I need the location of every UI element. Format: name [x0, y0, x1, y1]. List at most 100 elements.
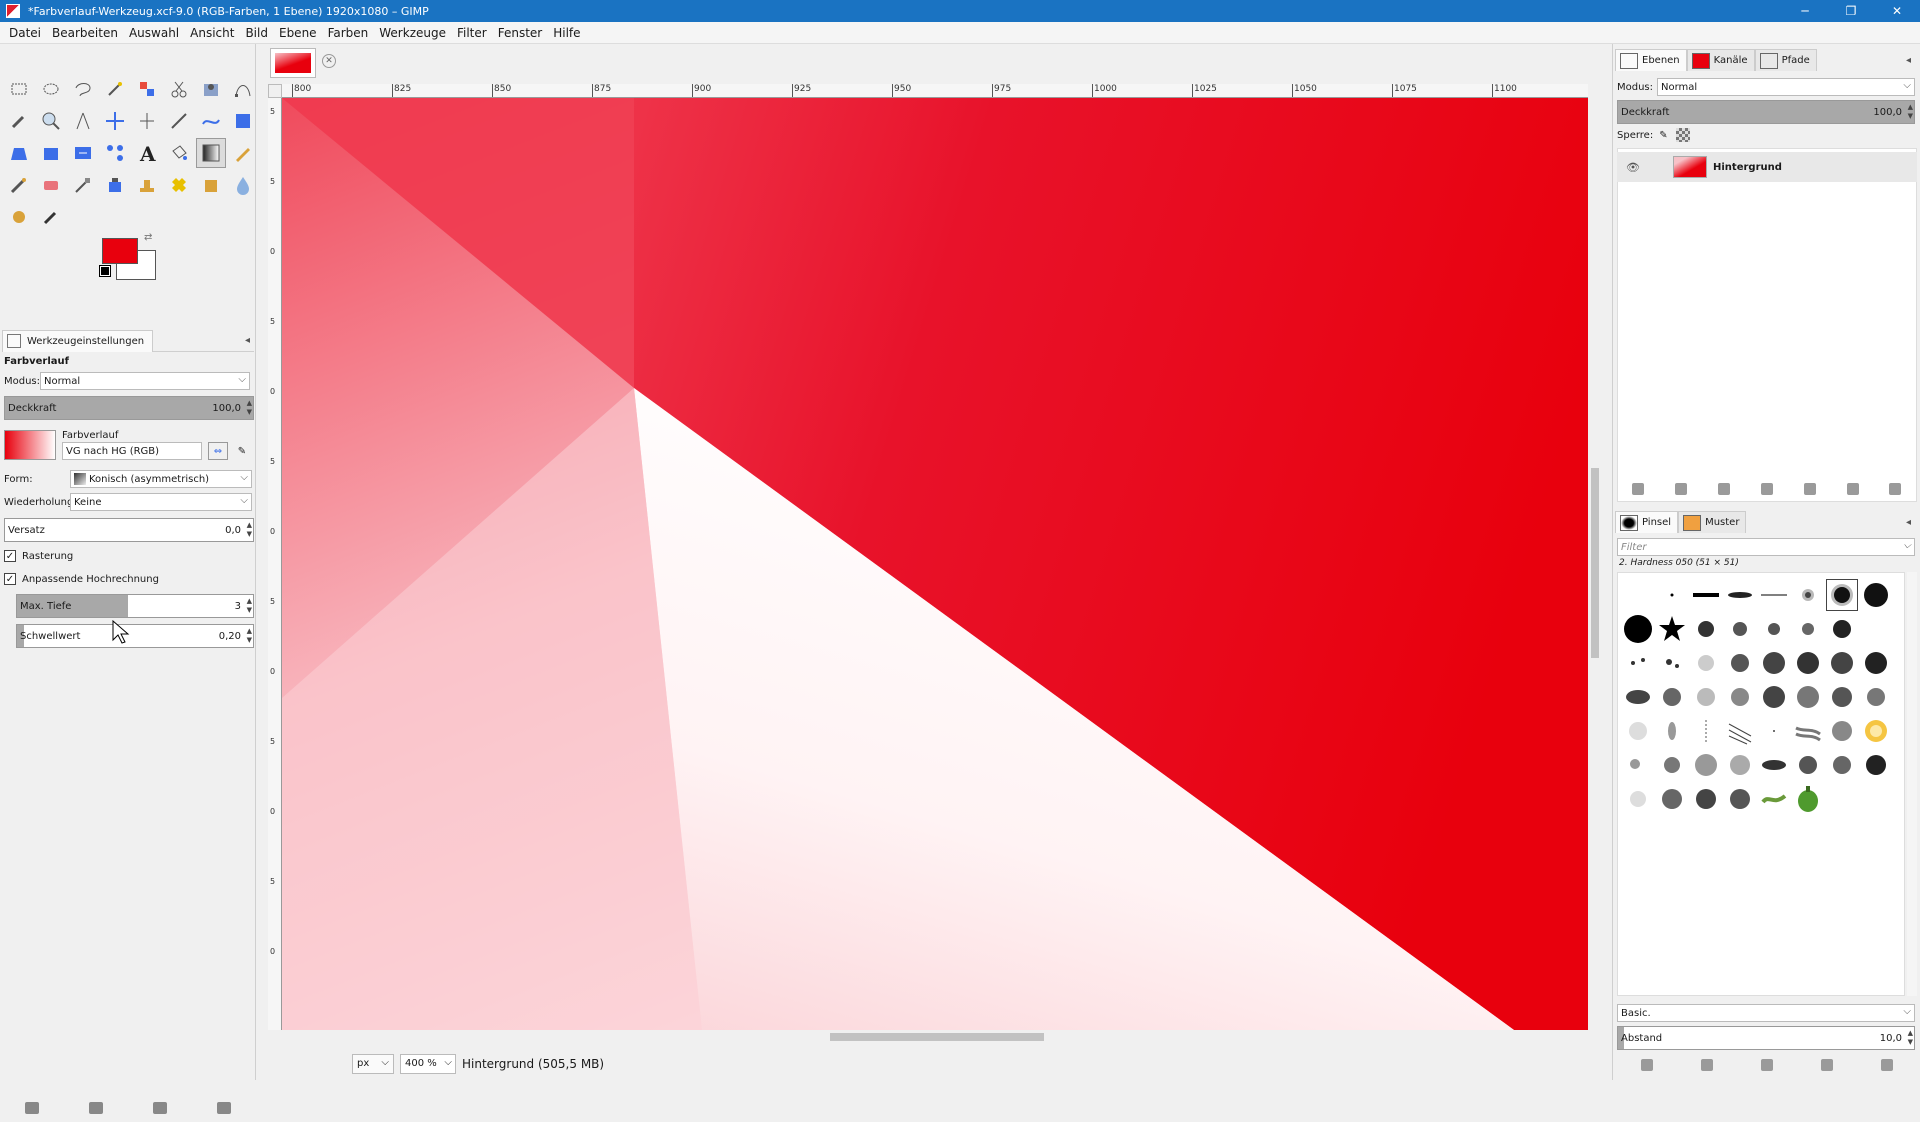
clone-tool[interactable] [132, 170, 162, 200]
new-layer-icon[interactable] [1632, 483, 1645, 495]
gradient-tool[interactable] [196, 138, 226, 168]
layer-opacity-spinscale[interactable]: Deckkraft 100,0 ▲ ▼ [1617, 100, 1915, 124]
text-tool[interactable]: A [132, 138, 162, 168]
brush-item[interactable] [1724, 681, 1756, 713]
paths-tool[interactable] [228, 74, 258, 104]
brush-item[interactable] [1792, 613, 1824, 645]
bucket-fill-tool[interactable] [164, 138, 194, 168]
move-tool[interactable] [100, 106, 130, 136]
menu-werkzeuge[interactable]: Werkzeuge [379, 26, 446, 40]
scissors-select-tool[interactable] [164, 74, 194, 104]
ink-tool[interactable] [100, 170, 130, 200]
menu-fenster[interactable]: Fenster [498, 26, 543, 40]
save-options-icon[interactable] [25, 1102, 39, 1114]
brush-item[interactable] [1826, 749, 1858, 781]
offset-spinscale[interactable]: Versatz 0,0 ▲ ▼ [4, 518, 254, 542]
brush-item[interactable] [1656, 647, 1688, 679]
brush-item[interactable] [1622, 783, 1654, 815]
heal-tool[interactable] [164, 170, 194, 200]
brush-scrollbar[interactable] [1907, 572, 1917, 996]
menu-farben[interactable]: Farben [328, 26, 369, 40]
unit-combo[interactable]: px ⌵ [352, 1054, 394, 1074]
layer-mode-combo[interactable]: Normal ⌵ [1657, 78, 1915, 96]
brush-item[interactable] [1792, 681, 1824, 713]
brush-preset-combo[interactable]: Basic. ⌵ [1617, 1004, 1915, 1022]
pencil-tool[interactable] [228, 138, 258, 168]
brush-item[interactable] [1656, 783, 1688, 815]
spin-arrows-icon[interactable]: ▲ ▼ [247, 627, 252, 645]
brush-item[interactable] [1690, 647, 1722, 679]
shape-combo[interactable]: Konisch (asymmetrisch) ⌵ [70, 470, 252, 488]
threshold-spinscale[interactable]: Schwellwert 0,20 ▲ ▼ [16, 624, 254, 648]
brush-item[interactable] [1758, 681, 1790, 713]
lock-pixels-icon[interactable]: ✎ [1659, 130, 1667, 141]
perspective-tool[interactable] [4, 138, 34, 168]
color-picker-tool[interactable] [4, 106, 34, 136]
spin-arrows-icon[interactable]: ▲ ▼ [247, 597, 252, 615]
opacity-spinscale[interactable]: Deckkraft 100,0 ▲ ▼ [4, 396, 254, 420]
zoom-combo[interactable]: 400 % ⌵ [400, 1054, 456, 1074]
brush-filter-input[interactable]: Filter ⌵ [1617, 538, 1915, 556]
brush-item[interactable] [1724, 613, 1756, 645]
foreground-color[interactable] [102, 238, 138, 264]
lower-layer-icon[interactable] [1760, 483, 1773, 495]
edit-gradient-icon[interactable]: ✎ [234, 443, 250, 459]
mode-combo[interactable]: Normal ⌵ [40, 372, 250, 390]
brush-item[interactable] [1792, 647, 1824, 679]
align-tool[interactable] [132, 106, 162, 136]
select-by-color-tool[interactable] [132, 74, 162, 104]
menu-bild[interactable]: Bild [245, 26, 268, 40]
menu-bearbeiten[interactable]: Bearbeiten [52, 26, 118, 40]
brush-item[interactable] [1724, 579, 1756, 611]
mypaint-brush-tool[interactable] [4, 202, 34, 232]
eye-icon[interactable]: 👁 [1623, 161, 1643, 174]
brush-item[interactable] [1724, 749, 1756, 781]
3d-transform-tool[interactable] [36, 138, 66, 168]
refresh-brushes-icon[interactable] [1881, 1059, 1893, 1071]
brush-item[interactable] [1826, 613, 1858, 645]
pepper-brush-icon[interactable] [1792, 783, 1824, 815]
reset-options-icon[interactable] [217, 1102, 231, 1114]
brush-item[interactable] [1860, 613, 1892, 645]
max-depth-spinscale[interactable]: Max. Tiefe 3 ▲ ▼ [16, 594, 254, 618]
brush-item[interactable] [1622, 647, 1654, 679]
flip-tool[interactable] [68, 138, 98, 168]
menu-hilfe[interactable]: Hilfe [553, 26, 580, 40]
ruler-corner[interactable] [268, 84, 282, 98]
spin-arrows-icon[interactable]: ▲ ▼ [1908, 103, 1913, 121]
airbrush-tool[interactable] [68, 170, 98, 200]
lock-alpha-icon[interactable] [1675, 128, 1690, 142]
brush-item[interactable] [1690, 613, 1722, 645]
restore-options-icon[interactable] [89, 1102, 103, 1114]
edit-brush-icon[interactable] [1641, 1059, 1653, 1071]
raise-layer-icon[interactable] [1718, 483, 1731, 495]
brush-item[interactable] [1690, 681, 1722, 713]
brush-item[interactable] [1622, 613, 1654, 645]
brush-item[interactable] [1656, 749, 1688, 781]
rect-select-tool[interactable] [4, 74, 34, 104]
new-group-icon[interactable] [1675, 483, 1688, 495]
default-colors-icon[interactable] [99, 265, 111, 277]
zoom-tool[interactable] [36, 106, 66, 136]
brush-item-selected[interactable] [1826, 579, 1858, 611]
free-select-tool[interactable] [68, 74, 98, 104]
paintbrush-tool[interactable] [4, 170, 34, 200]
adaptive-supersampling-checkbox[interactable]: ✓ [4, 573, 16, 585]
warp-tool[interactable] [196, 106, 226, 136]
brush-item[interactable] [1690, 783, 1722, 815]
brush-item[interactable] [1622, 715, 1654, 747]
panel-menu-icon[interactable]: ◂ [1906, 517, 1911, 528]
brush-item[interactable] [1860, 681, 1892, 713]
panel-menu-icon[interactable]: ◂ [245, 335, 250, 346]
brush-item[interactable] [1690, 715, 1722, 747]
menu-ansicht[interactable]: Ansicht [190, 26, 234, 40]
brush-item[interactable] [1860, 749, 1892, 781]
smudge-brush-tool[interactable] [36, 202, 66, 232]
spin-arrows-icon[interactable]: ▲ ▼ [247, 399, 252, 417]
brush-item[interactable] [1758, 783, 1790, 815]
duplicate-layer-icon[interactable] [1803, 483, 1816, 495]
brush-item[interactable] [1758, 579, 1790, 611]
image-tab-thumbnail[interactable] [270, 48, 316, 78]
tab-patterns[interactable]: Muster [1678, 511, 1747, 533]
brush-item[interactable] [1758, 647, 1790, 679]
